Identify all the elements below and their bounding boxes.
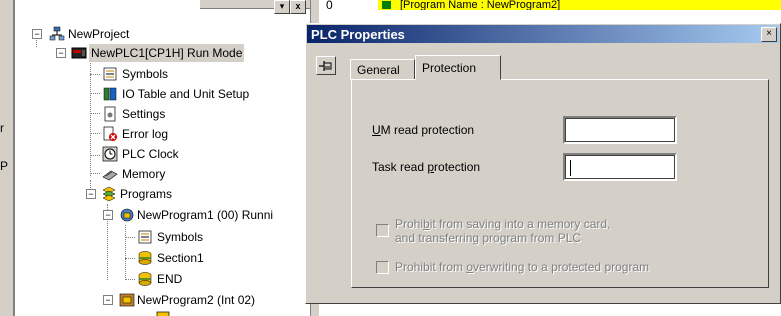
settings-icon xyxy=(104,106,116,122)
memory-icon xyxy=(102,170,118,181)
prohibit-overwrite-checkbox[interactable] xyxy=(376,261,389,274)
tree-item-label: Programs xyxy=(120,187,173,201)
collapse-icon[interactable]: − xyxy=(103,295,113,305)
tree-item-section1[interactable]: Section1 xyxy=(15,249,215,267)
prohibit-saving-checkbox[interactable] xyxy=(376,224,389,237)
pin-button[interactable] xyxy=(316,56,336,75)
error-log-icon xyxy=(103,126,117,141)
minimize-pane-button[interactable]: ▾ xyxy=(274,0,290,14)
program-icon xyxy=(120,208,134,222)
um-read-protection-label: UM read protection xyxy=(372,123,475,137)
tree-item-label: IO Table and Unit Setup xyxy=(122,87,250,101)
task-read-protection-input[interactable] xyxy=(563,153,677,181)
task-read-protection-label: Task read protection xyxy=(372,160,481,174)
plc-icon xyxy=(71,47,87,59)
plc-properties-dialog: PLC Properties × General Protection UM r… xyxy=(305,23,781,304)
collapse-icon[interactable]: − xyxy=(56,48,66,58)
tab-protection[interactable]: Protection xyxy=(415,55,501,80)
collapse-icon[interactable]: − xyxy=(103,210,113,220)
prohibit-saving-label: Prohibit from saving into a memory card,… xyxy=(395,217,611,245)
collapse-icon[interactable]: − xyxy=(86,189,96,199)
interrupt-program-icon xyxy=(119,293,135,307)
pin-icon xyxy=(319,61,332,71)
tree-item-end[interactable]: END xyxy=(15,270,215,288)
close-button[interactable]: × xyxy=(761,27,777,42)
tree-item-label: Symbols xyxy=(157,230,204,244)
tree-item-newprogram1[interactable]: − NewProgram1 (00) Runni xyxy=(15,206,311,224)
program-name-banner: [Program Name : NewProgram2] xyxy=(378,0,781,10)
symbols-icon xyxy=(103,67,117,81)
tree-item-label: PLC Clock xyxy=(122,147,179,161)
programs-icon xyxy=(102,186,116,202)
tree-item-label: END xyxy=(157,272,183,286)
prohibit-overwrite-label: Prohibit from overwriting to a protected… xyxy=(395,260,650,274)
tree-item-newprogram2[interactable]: − NewProgram2 (Int 02) xyxy=(15,291,311,309)
tree-item-program-symbols[interactable]: Symbols xyxy=(15,228,215,246)
tree-item-settings[interactable]: Settings xyxy=(15,105,215,123)
tree-item-label: Symbols xyxy=(122,67,169,81)
tab-general[interactable]: General xyxy=(350,59,415,80)
clock-icon xyxy=(102,146,118,162)
tree-item-plc[interactable]: − NewPLC1[CP1H] Run Mode xyxy=(15,44,295,62)
tree-pane-header: ▾ x xyxy=(200,0,310,14)
tree-item-label: Memory xyxy=(122,167,166,181)
section-icon xyxy=(138,251,152,265)
project-tree[interactable]: − NewProject − NewPLC1[CP1H] Run Mode Sy… xyxy=(14,0,311,316)
tree-item-label: Settings xyxy=(122,107,166,121)
program-marker-icon xyxy=(382,1,391,9)
network-icon xyxy=(49,26,65,41)
background-window-edge: r P xyxy=(0,0,14,316)
io-table-icon xyxy=(103,87,117,101)
tree-item-symbols[interactable]: Symbols xyxy=(15,65,215,83)
symbols-icon xyxy=(156,311,170,316)
um-read-protection-input[interactable] xyxy=(563,116,677,144)
tree-item-label: Error log xyxy=(122,127,169,141)
tree-item-label: NewPLC1[CP1H] Run Mode xyxy=(89,44,245,62)
rung-number: 0 xyxy=(326,0,333,12)
tree-item-label: NewProject xyxy=(68,27,130,41)
tree-item-io-table[interactable]: IO Table and Unit Setup xyxy=(15,85,295,103)
close-pane-button[interactable]: x xyxy=(290,0,306,14)
tree-item-label: NewProgram2 (Int 02) xyxy=(137,293,256,307)
dialog-titlebar[interactable]: PLC Properties × xyxy=(307,25,779,43)
tree-item-newproject[interactable]: − NewProject xyxy=(15,25,215,43)
background-text-fragment: r xyxy=(0,121,4,135)
dialog-title: PLC Properties xyxy=(311,27,405,42)
symbols-icon xyxy=(138,230,152,244)
background-text-fragment: P xyxy=(0,159,9,173)
text-caret xyxy=(570,160,571,176)
protection-panel: UM read protection Task read protection … xyxy=(351,79,769,288)
tree-item-memory[interactable]: Memory xyxy=(15,165,215,183)
tree-item-plc-clock[interactable]: PLC Clock xyxy=(15,145,215,163)
collapse-icon[interactable]: − xyxy=(32,29,42,39)
section-icon xyxy=(138,272,152,286)
tree-item-programs[interactable]: − Programs xyxy=(15,185,215,203)
tree-item-error-log[interactable]: Error log xyxy=(15,125,215,143)
tree-item-label: NewProgram1 (00) Runni xyxy=(137,208,274,222)
tree-item-label: Section1 xyxy=(157,251,204,265)
